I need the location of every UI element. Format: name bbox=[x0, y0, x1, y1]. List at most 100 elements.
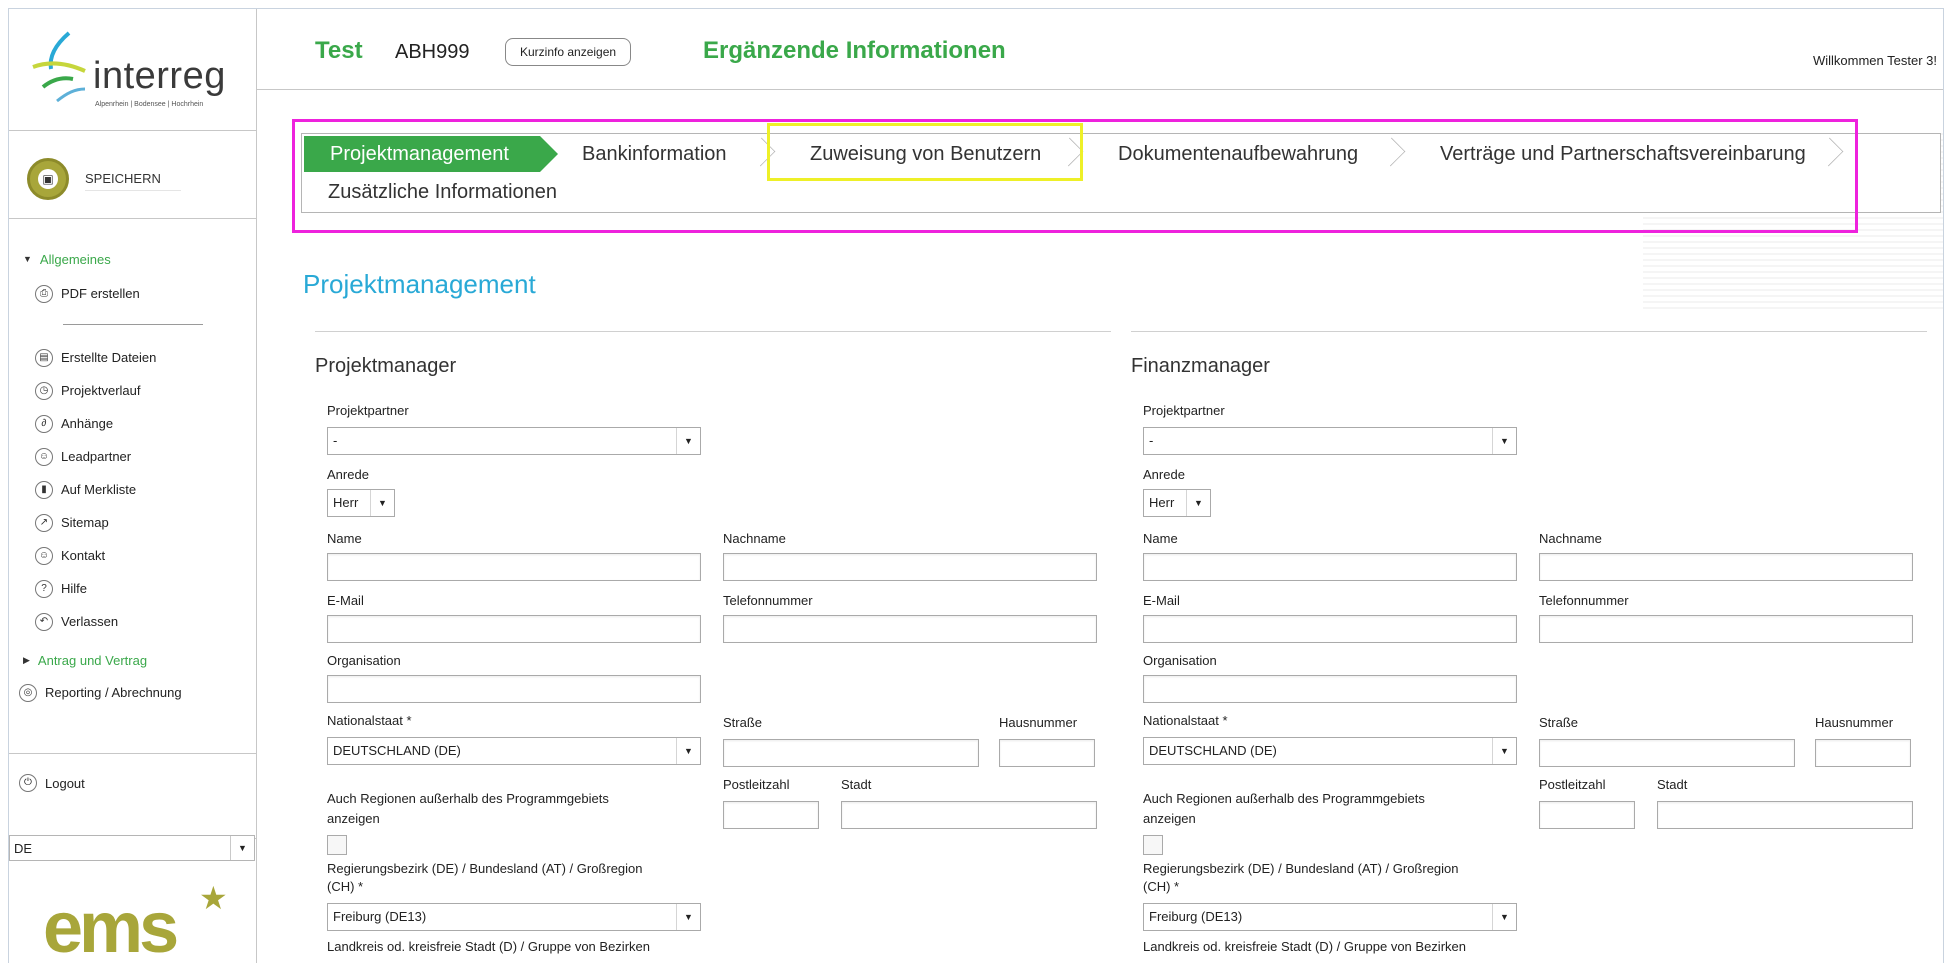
sidebar-item-label: Reporting / Abrechnung bbox=[45, 685, 182, 700]
sidebar-item-leadpartner[interactable]: ☺ Leadpartner bbox=[9, 440, 257, 473]
sidebar-item-anhaenge[interactable]: ∂ Anhänge bbox=[9, 407, 257, 440]
sidebar-item-merkliste[interactable]: ▮ Auf Merkliste bbox=[9, 473, 257, 506]
region-select[interactable]: Freiburg (DE13) ▼ bbox=[327, 903, 701, 931]
nachname-field[interactable] bbox=[723, 553, 1097, 581]
projektpartner-select[interactable]: - ▼ bbox=[1143, 427, 1517, 455]
strasse-field[interactable] bbox=[723, 739, 979, 767]
sidebar-item-projektverlauf[interactable]: ◷ Projektverlauf bbox=[9, 374, 257, 407]
anrede-select[interactable]: Herr ▼ bbox=[1143, 489, 1211, 517]
logout-button[interactable]: ⏻ Logout bbox=[19, 774, 85, 792]
nav-section-allgemeines[interactable]: ▼ Allgemeines bbox=[9, 247, 257, 271]
language-select[interactable]: DE ▼ bbox=[9, 835, 255, 861]
stadt-field[interactable] bbox=[841, 801, 1097, 829]
select-value: Herr bbox=[1149, 495, 1175, 510]
section-title: Projektmanager bbox=[315, 355, 457, 377]
bookmark-icon: ▮ bbox=[35, 480, 53, 499]
chevron-down-icon: ▼ bbox=[1492, 738, 1516, 764]
sidebar-item-reporting[interactable]: ◎ Reporting / Abrechnung bbox=[9, 676, 257, 709]
regionen-checkbox[interactable] bbox=[327, 835, 347, 855]
reporting-icon: ◎ bbox=[19, 683, 37, 702]
email-field[interactable] bbox=[1143, 615, 1517, 643]
nationalstaat-select[interactable]: DEUTSCHLAND (DE) ▼ bbox=[327, 737, 701, 765]
hausnummer-field[interactable] bbox=[999, 739, 1095, 767]
sidebar-item-sitemap[interactable]: ↗ Sitemap bbox=[9, 506, 257, 539]
section-title: Finanzmanager bbox=[1131, 355, 1270, 377]
name-field[interactable] bbox=[1143, 553, 1517, 581]
regionen-checkbox[interactable] bbox=[1143, 835, 1163, 855]
select-value: DEUTSCHLAND (DE) bbox=[333, 743, 461, 758]
select-value: Freiburg (DE13) bbox=[1149, 909, 1243, 924]
nav-section-antrag-und-vertrag[interactable]: ▶ Antrag und Vertrag bbox=[9, 648, 257, 672]
nachname-label: Nachname bbox=[1539, 531, 1602, 546]
logo-area: interreg Alpenrhein | Bodensee | Hochrhe… bbox=[9, 9, 257, 131]
sidebar-item-hilfe[interactable]: ? Hilfe bbox=[9, 572, 257, 605]
sidebar-item-pdf-erstellen[interactable]: ⎙ PDF erstellen bbox=[9, 277, 257, 310]
organisation-label: Organisation bbox=[1143, 653, 1217, 668]
project-title: Test bbox=[315, 37, 363, 64]
organisation-field[interactable] bbox=[1143, 675, 1517, 703]
chevron-down-icon: ▼ bbox=[1492, 904, 1516, 930]
app-frame: interreg Alpenrhein | Bodensee | Hochrhe… bbox=[8, 8, 1944, 963]
chevron-down-icon: ▼ bbox=[1186, 490, 1210, 516]
telefon-field[interactable] bbox=[1539, 615, 1913, 643]
save-label: SPEICHERN bbox=[85, 167, 181, 191]
strasse-field[interactable] bbox=[1539, 739, 1795, 767]
tab-label: Dokumentenaufbewahrung bbox=[1118, 143, 1359, 165]
regionen-label: Auch Regionen außerhalb des Programmgebi… bbox=[1143, 791, 1425, 806]
chevron-down-icon: ▼ bbox=[370, 490, 394, 516]
kurzinfo-button[interactable]: Kurzinfo anzeigen bbox=[505, 38, 632, 66]
tab-zuweisung-von-benutzern[interactable]: Zuweisung von Benutzern bbox=[784, 136, 1060, 172]
save-area: ▣ SPEICHERN bbox=[9, 139, 257, 219]
hausnummer-label: Hausnummer bbox=[999, 715, 1078, 730]
star-icon: ★ bbox=[199, 880, 228, 916]
regionen-label: Auch Regionen außerhalb des Programmgebi… bbox=[327, 791, 609, 806]
nationalstaat-select[interactable]: DEUTSCHLAND (DE) ▼ bbox=[1143, 737, 1517, 765]
projektpartner-select[interactable]: - ▼ bbox=[327, 427, 701, 455]
section-divider bbox=[1131, 331, 1927, 332]
select-value: Herr bbox=[333, 495, 359, 510]
name-label: Name bbox=[1143, 531, 1178, 546]
projektpartner-label: Projektpartner bbox=[1143, 403, 1225, 418]
tab-projektmanagement[interactable]: Projektmanagement bbox=[304, 136, 558, 172]
undo-icon: ↶ bbox=[35, 612, 53, 631]
section-divider bbox=[315, 331, 1111, 332]
stadt-field[interactable] bbox=[1657, 801, 1913, 829]
save-button[interactable]: ▣ SPEICHERN bbox=[27, 157, 227, 201]
sidebar-item-label: Sitemap bbox=[61, 515, 109, 530]
nav-section-label: Allgemeines bbox=[39, 251, 111, 267]
postleitzahl-field[interactable] bbox=[723, 801, 819, 829]
hausnummer-field[interactable] bbox=[1815, 739, 1911, 767]
region-select[interactable]: Freiburg (DE13) ▼ bbox=[1143, 903, 1517, 931]
stadt-label: Stadt bbox=[841, 777, 872, 792]
organisation-field[interactable] bbox=[327, 675, 701, 703]
hausnummer-label: Hausnummer bbox=[1815, 715, 1894, 730]
nachname-field[interactable] bbox=[1539, 553, 1913, 581]
tab-zusaetzliche-informationen[interactable]: Zusätzliche Informationen bbox=[302, 174, 602, 210]
telefon-field[interactable] bbox=[723, 615, 1097, 643]
logout-area: ⏻ Logout bbox=[9, 753, 257, 839]
help-icon: ? bbox=[35, 579, 53, 598]
sidebar-item-kontakt[interactable]: ☺ Kontakt bbox=[9, 539, 257, 572]
chevron-down-icon: ▼ bbox=[1492, 428, 1516, 454]
anrede-label: Anrede bbox=[1143, 467, 1185, 482]
tab-dokumentenaufbewahrung[interactable]: Dokumentenaufbewahrung bbox=[1092, 136, 1382, 172]
tab-bankinformation[interactable]: Bankinformation bbox=[556, 136, 752, 172]
name-field[interactable] bbox=[327, 553, 701, 581]
section-title: Ergänzende Informationen bbox=[703, 37, 1006, 64]
region-label-cont: (CH) * bbox=[327, 879, 364, 894]
file-icon: ▤ bbox=[35, 348, 53, 367]
header: Test ABH999 Kurzinfo anzeigen Ergänzende… bbox=[257, 9, 1943, 89]
sidebar: interreg Alpenrhein | Bodensee | Hochrhe… bbox=[9, 9, 257, 963]
tab-vertraege[interactable]: Verträge und Partnerschaftsvereinbarung bbox=[1414, 136, 1854, 172]
postleitzahl-field[interactable] bbox=[1539, 801, 1635, 829]
sidebar-item-erstellte-dateien[interactable]: ▤ Erstellte Dateien bbox=[9, 341, 257, 374]
language-value: DE bbox=[14, 841, 33, 856]
anrede-select[interactable]: Herr ▼ bbox=[327, 489, 395, 517]
tab-bar: Projektmanagement Bankinformation Zuweis… bbox=[301, 133, 1941, 213]
email-field[interactable] bbox=[327, 615, 701, 643]
sidebar-item-verlassen[interactable]: ↶ Verlassen bbox=[9, 605, 257, 638]
nav-section-label: Antrag und Vertrag bbox=[37, 652, 148, 668]
user-icon: ☺ bbox=[35, 546, 53, 565]
tab-label: Bankinformation bbox=[582, 143, 727, 165]
history-icon: ◷ bbox=[35, 381, 53, 400]
